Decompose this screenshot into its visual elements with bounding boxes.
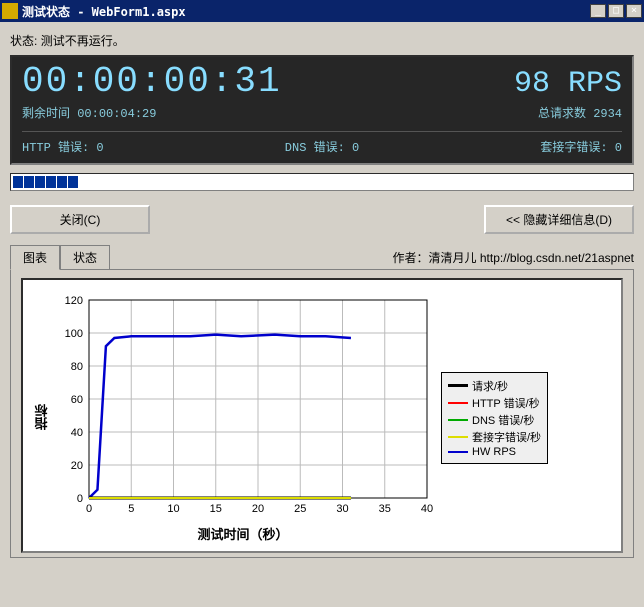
- svg-text:100: 100: [65, 328, 83, 340]
- tab-chart[interactable]: 图表: [10, 245, 60, 270]
- status-text: 测试不再运行。: [41, 34, 125, 48]
- y-axis-label: 指标: [31, 292, 53, 543]
- svg-text:20: 20: [252, 503, 264, 515]
- close-window-button[interactable]: ×: [626, 4, 642, 18]
- content-area: 状态: 测试不再运行。 00:00:00:31 98 RPS 剩余时间 00:0…: [0, 22, 644, 564]
- window-buttons: _ □ ×: [590, 4, 642, 18]
- plot-area: 0 5 10 15 20 25 30 35 40 0 20 40 60 80 100 120: [53, 292, 433, 522]
- titlebar: 测试状态 - WebForm1.aspx _ □ ×: [0, 0, 644, 22]
- svg-text:40: 40: [421, 503, 433, 515]
- total-requests: 总请求数 2934: [538, 104, 622, 121]
- svg-text:35: 35: [379, 503, 391, 515]
- svg-text:0: 0: [77, 493, 83, 505]
- elapsed-time: 00:00:00:31: [22, 61, 282, 102]
- x-axis-label: 测试时间（秒）: [53, 524, 433, 543]
- legend-dns: DNS 错误/秒: [472, 412, 534, 428]
- legend-req: 请求/秒: [472, 378, 508, 394]
- svg-text:40: 40: [71, 427, 83, 439]
- svg-text:5: 5: [128, 503, 134, 515]
- maximize-button[interactable]: □: [608, 4, 624, 18]
- dns-errors: DNS 错误: 0: [285, 138, 359, 155]
- svg-text:80: 80: [71, 361, 83, 373]
- button-row: 关闭(C) << 隐藏详细信息(D): [10, 205, 634, 234]
- legend-hw: HW RPS: [472, 446, 516, 458]
- svg-text:25: 25: [294, 503, 306, 515]
- legend: 请求/秒 HTTP 错误/秒 DNS 错误/秒 套接字错误/秒 HW RPS: [441, 372, 548, 464]
- remaining-time: 剩余时间 00:00:04:29: [22, 104, 156, 121]
- svg-text:30: 30: [336, 503, 348, 515]
- svg-text:0: 0: [86, 503, 92, 515]
- legend-sock: 套接字错误/秒: [472, 429, 541, 445]
- tab-status[interactable]: 状态: [60, 245, 110, 269]
- author-text: 作者：清清月儿 http://blog.csdn.net/21aspnet: [393, 249, 634, 269]
- minimize-button[interactable]: _: [590, 4, 606, 18]
- svg-text:60: 60: [71, 394, 83, 406]
- hide-details-button[interactable]: << 隐藏详细信息(D): [484, 205, 634, 234]
- svg-text:20: 20: [71, 460, 83, 472]
- socket-errors: 套接字错误: 0: [540, 138, 622, 155]
- rps-value: 98 RPS: [514, 67, 622, 101]
- status-line: 状态: 测试不再运行。: [10, 32, 634, 49]
- app-icon: [2, 3, 18, 19]
- svg-text:10: 10: [167, 503, 179, 515]
- http-errors: HTTP 错误: 0: [22, 138, 104, 155]
- tab-row: 图表 状态 作者：清清月儿 http://blog.csdn.net/21asp…: [10, 244, 634, 270]
- progress-bar: [10, 173, 634, 191]
- lcd-panel: 00:00:00:31 98 RPS 剩余时间 00:00:04:29 总请求数…: [10, 55, 634, 165]
- svg-text:15: 15: [210, 503, 222, 515]
- legend-http: HTTP 错误/秒: [472, 395, 540, 411]
- status-label: 状态:: [10, 34, 37, 48]
- chart-panel: 指标 0 5 10 15 20 25 30 35 40 0 20 40 60 80 100 120 测试时间（…: [10, 270, 634, 558]
- svg-text:120: 120: [65, 295, 83, 307]
- close-button[interactable]: 关闭(C): [10, 205, 150, 234]
- window-title: 测试状态 - WebForm1.aspx: [22, 3, 590, 20]
- chart-box: 指标 0 5 10 15 20 25 30 35 40 0 20 40 60 80 100 120 测试时间（…: [21, 278, 623, 553]
